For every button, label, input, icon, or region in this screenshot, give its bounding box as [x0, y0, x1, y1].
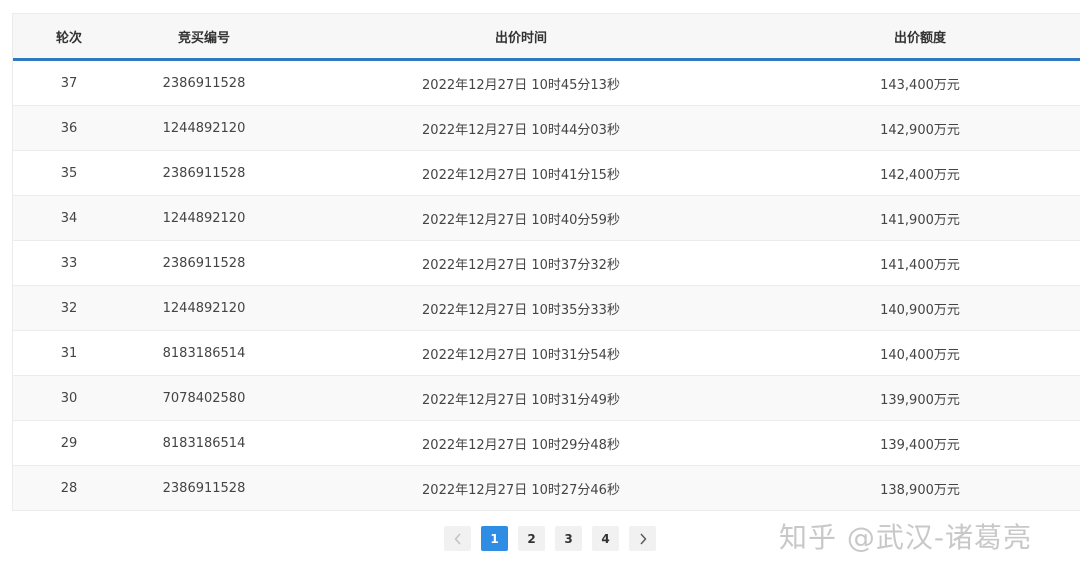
cell-bid-time: 2022年12月27日 10时31分49秒: [283, 375, 759, 421]
cell-bidder-number: 7078402580: [125, 375, 283, 421]
table-row: 29 8183186514 2022年12月27日 10时29分48秒 139,…: [13, 420, 1080, 466]
cell-bidder-number: 2386911528: [125, 59, 283, 106]
table-row: 35 2386911528 2022年12月27日 10时41分15秒 142,…: [13, 150, 1080, 196]
table-body: 37 2386911528 2022年12月27日 10时45分13秒 143,…: [13, 59, 1080, 511]
cell-bid-amount: 143,400万元: [759, 59, 1080, 106]
cell-round: 31: [13, 330, 125, 376]
cell-bidder-number: 1244892120: [125, 285, 283, 331]
next-page-button[interactable]: [629, 526, 656, 551]
cell-bid-time: 2022年12月27日 10时37分32秒: [283, 240, 759, 286]
cell-bid-amount: 142,900万元: [759, 105, 1080, 151]
table-row: 32 1244892120 2022年12月27日 10时35分33秒 140,…: [13, 285, 1080, 331]
watermark-text: 知乎 @武汉-诸葛亮: [779, 521, 1033, 554]
table-header: 轮次 竞买编号 出价时间 出价额度: [13, 13, 1080, 61]
cell-bid-amount: 141,900万元: [759, 195, 1080, 241]
cell-bid-amount: 140,400万元: [759, 330, 1080, 376]
page-button-4[interactable]: 4: [592, 526, 619, 551]
cell-round: 29: [13, 420, 125, 466]
cell-bid-time: 2022年12月27日 10时29分48秒: [283, 420, 759, 466]
cell-bid-time: 2022年12月27日 10时44分03秒: [283, 105, 759, 151]
cell-bidder-number: 2386911528: [125, 465, 283, 511]
cell-bidder-number: 8183186514: [125, 330, 283, 376]
table-row: 33 2386911528 2022年12月27日 10时37分32秒 141,…: [13, 240, 1080, 286]
bid-records-table: 轮次 竞买编号 出价时间 出价额度 37 2386911528 2022年12月…: [13, 13, 1080, 511]
table-row: 37 2386911528 2022年12月27日 10时45分13秒 143,…: [13, 59, 1080, 106]
header-bid-time: 出价时间: [283, 13, 759, 61]
cell-bidder-number: 2386911528: [125, 150, 283, 196]
cell-bid-amount: 142,400万元: [759, 150, 1080, 196]
cell-round: 37: [13, 59, 125, 106]
cell-round: 35: [13, 150, 125, 196]
header-bidder-number: 竞买编号: [125, 13, 283, 61]
cell-round: 32: [13, 285, 125, 331]
cell-bid-amount: 139,900万元: [759, 375, 1080, 421]
table-row: 36 1244892120 2022年12月27日 10时44分03秒 142,…: [13, 105, 1080, 151]
cell-round: 36: [13, 105, 125, 151]
cell-bid-amount: 141,400万元: [759, 240, 1080, 286]
table-row: 30 7078402580 2022年12月27日 10时31分49秒 139,…: [13, 375, 1080, 421]
cell-round: 33: [13, 240, 125, 286]
cell-round: 34: [13, 195, 125, 241]
cell-bidder-number: 1244892120: [125, 195, 283, 241]
pagination: 1 2 3 4: [444, 526, 656, 551]
cell-bidder-number: 8183186514: [125, 420, 283, 466]
table-row: 28 2386911528 2022年12月27日 10时27分46秒 138,…: [13, 465, 1080, 511]
cell-bid-time: 2022年12月27日 10时45分13秒: [283, 59, 759, 106]
table-header-row: 轮次 竞买编号 出价时间 出价额度: [13, 13, 1080, 61]
cell-bidder-number: 1244892120: [125, 105, 283, 151]
table-row: 31 8183186514 2022年12月27日 10时31分54秒 140,…: [13, 330, 1080, 376]
header-bid-amount: 出价额度: [759, 13, 1080, 61]
cell-bid-time: 2022年12月27日 10时31分54秒: [283, 330, 759, 376]
cell-bidder-number: 2386911528: [125, 240, 283, 286]
cell-bid-time: 2022年12月27日 10时40分59秒: [283, 195, 759, 241]
page-button-3[interactable]: 3: [555, 526, 582, 551]
cell-bid-time: 2022年12月27日 10时27分46秒: [283, 465, 759, 511]
table-row: 34 1244892120 2022年12月27日 10时40分59秒 141,…: [13, 195, 1080, 241]
page-button-1[interactable]: 1: [481, 526, 508, 551]
cell-bid-amount: 139,400万元: [759, 420, 1080, 466]
chevron-left-icon: [454, 533, 461, 544]
cell-bid-amount: 138,900万元: [759, 465, 1080, 511]
chevron-right-icon: [639, 533, 646, 544]
cell-bid-amount: 140,900万元: [759, 285, 1080, 331]
header-round: 轮次: [13, 13, 125, 61]
bid-records-table-container: 轮次 竞买编号 出价时间 出价额度 37 2386911528 2022年12月…: [12, 13, 1080, 511]
cell-bid-time: 2022年12月27日 10时41分15秒: [283, 150, 759, 196]
cell-bid-time: 2022年12月27日 10时35分33秒: [283, 285, 759, 331]
prev-page-button[interactable]: [444, 526, 471, 551]
cell-round: 28: [13, 465, 125, 511]
page-button-2[interactable]: 2: [518, 526, 545, 551]
cell-round: 30: [13, 375, 125, 421]
